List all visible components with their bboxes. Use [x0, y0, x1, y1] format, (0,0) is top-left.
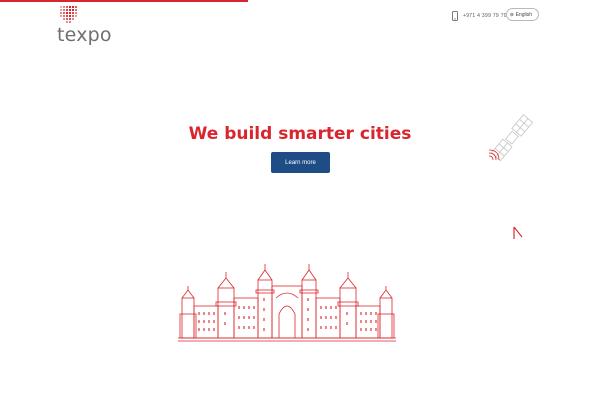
logo-wordmark: texpo: [57, 24, 112, 46]
language-label: English: [515, 11, 532, 18]
city-skyline-illustration: [178, 264, 396, 342]
flag-icon: [513, 226, 523, 239]
language-selector-button[interactable]: English: [506, 8, 539, 21]
phone-contact[interactable]: +971 4 399 79 70: [452, 10, 507, 22]
logo-dot-grid-icon: [60, 6, 77, 23]
phone-icon: [452, 11, 458, 21]
globe-icon: [510, 12, 514, 17]
top-accent-bar: [0, 0, 248, 2]
satellite-icon: [488, 114, 534, 162]
learn-more-button[interactable]: Learn more: [271, 152, 330, 173]
phone-number: +971 4 399 79 70: [463, 13, 507, 19]
logo[interactable]: texpo: [57, 6, 127, 46]
